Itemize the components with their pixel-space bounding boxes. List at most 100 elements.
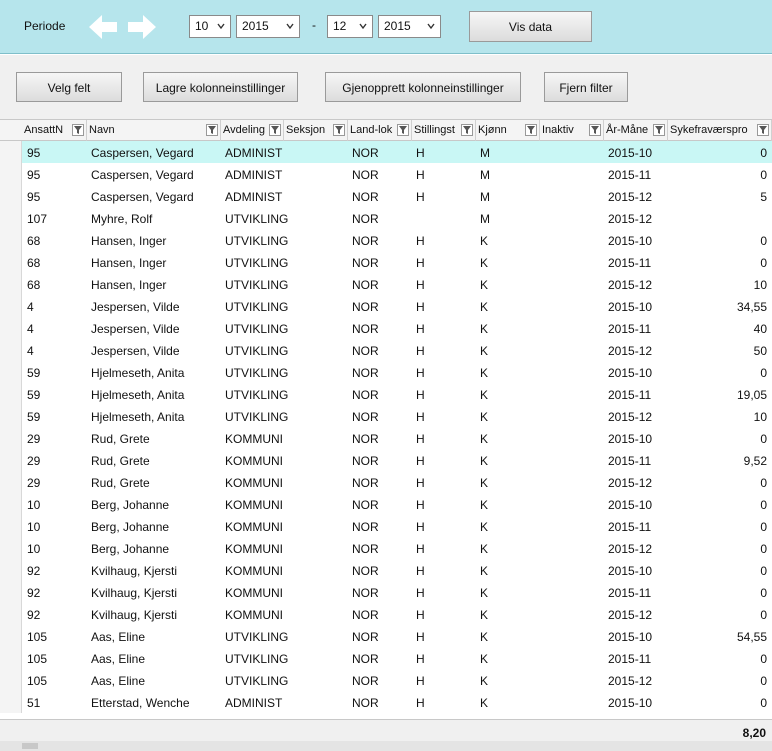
to-year-select[interactable]: 2015 (378, 15, 441, 38)
table-row[interactable]: 29 Rud, Grete KOMMUNI NOR H K 2015-10 0 (0, 427, 772, 449)
row-selector[interactable] (0, 603, 22, 625)
table-row[interactable]: 68 Hansen, Inger UTVIKLING NOR H K 2015-12 10 (0, 273, 772, 295)
cell-pos: H (416, 652, 425, 666)
filter-icon[interactable] (397, 124, 409, 136)
filter-icon[interactable] (72, 124, 84, 136)
filter-icon[interactable] (206, 124, 218, 136)
row-selector[interactable] (0, 581, 22, 603)
to-month-select[interactable]: 12 (327, 15, 373, 38)
filter-icon[interactable] (333, 124, 345, 136)
table-row[interactable]: 4 Jespersen, Vilde UTVIKLING NOR H K 2015-10 34… (0, 295, 772, 317)
table-row[interactable]: 105 Aas, Eline UTVIKLING NOR H K 2015-10 54,55 (0, 625, 772, 647)
column-header-ar-maned[interactable]: År-Måne (604, 120, 668, 141)
row-selector[interactable] (0, 295, 22, 317)
row-selector[interactable] (0, 493, 22, 515)
row-selector[interactable] (0, 559, 22, 581)
table-row[interactable]: 68 Hansen, Inger UTVIKLING NOR H K 2015-11 0 (0, 251, 772, 273)
table-row[interactable]: 92 Kvilhaug, Kjersti KOMMUNI NOR H K 2015-11 0 (0, 581, 772, 603)
previous-period-button[interactable] (88, 14, 118, 40)
row-selector[interactable] (0, 669, 22, 691)
row-selector[interactable] (0, 515, 22, 537)
filter-icon[interactable] (525, 124, 537, 136)
cell-name: Hjelmeseth, Anita (91, 388, 185, 402)
row-selector[interactable] (0, 273, 22, 295)
row-selector[interactable] (0, 427, 22, 449)
cell-id: 95 (27, 190, 41, 204)
table-row[interactable]: 51 Etterstad, Wenche ADMINIST NOR H K 2015-10 0 (0, 691, 772, 713)
filter-icon[interactable] (653, 124, 665, 136)
row-selector[interactable] (0, 405, 22, 427)
table-row[interactable]: 59 Hjelmeseth, Anita UTVIKLING NOR H K 2015-11… (0, 383, 772, 405)
table-row[interactable]: 107 Myhre, Rolf UTVIKLING NOR M 2015-12 (0, 207, 772, 229)
remove-filter-button[interactable]: Fjern filter (544, 72, 628, 102)
column-header-sykefravaersprosent[interactable]: Sykefraværspro (668, 120, 772, 141)
table-row[interactable]: 92 Kvilhaug, Kjersti KOMMUNI NOR H K 2015-10 0 (0, 559, 772, 581)
row-selector[interactable] (0, 471, 22, 493)
row-selector[interactable] (0, 251, 22, 273)
table-row[interactable]: 29 Rud, Grete KOMMUNI NOR H K 2015-11 9,52 (0, 449, 772, 471)
select-fields-button[interactable]: Velg felt (16, 72, 122, 102)
table-row[interactable]: 105 Aas, Eline UTVIKLING NOR H K 2015-12 0 (0, 669, 772, 691)
cell-name: Jespersen, Vilde (91, 344, 180, 358)
cell-name: Caspersen, Vegard (91, 146, 194, 160)
from-year-select[interactable]: 2015 (236, 15, 300, 38)
column-header-ansattnr[interactable]: AnsattN (22, 120, 87, 141)
table-row[interactable]: 29 Rud, Grete KOMMUNI NOR H K 2015-12 0 (0, 471, 772, 493)
column-header-inaktiv[interactable]: Inaktiv (540, 120, 604, 141)
row-selector[interactable] (0, 647, 22, 669)
row-selector[interactable] (0, 449, 22, 471)
table-row[interactable]: 10 Berg, Johanne KOMMUNI NOR H K 2015-11 0 (0, 515, 772, 537)
cell-pos: H (416, 146, 425, 160)
cell-country: NOR (352, 256, 379, 270)
table-row[interactable]: 59 Hjelmeseth, Anita UTVIKLING NOR H K 2015-12… (0, 405, 772, 427)
column-header-stillingst[interactable]: Stillingst (412, 120, 476, 141)
row-selector[interactable] (0, 339, 22, 361)
table-row[interactable]: 4 Jespersen, Vilde UTVIKLING NOR H K 2015-11 40 (0, 317, 772, 339)
cell-id: 68 (27, 234, 41, 248)
column-header-avdeling[interactable]: Avdeling (221, 120, 284, 141)
cell-country: NOR (352, 366, 379, 380)
cell-period: 2015-10 (608, 234, 653, 248)
row-selector[interactable] (0, 691, 22, 713)
table-row[interactable]: 10 Berg, Johanne KOMMUNI NOR H K 2015-10 0 (0, 493, 772, 515)
save-columns-button[interactable]: Lagre kolonneinstillinger (143, 72, 298, 102)
from-year-value: 2015 (242, 19, 269, 33)
show-data-button[interactable]: Vis data (469, 11, 592, 42)
table-row[interactable]: 105 Aas, Eline UTVIKLING NOR H K 2015-11 0 (0, 647, 772, 669)
column-header-land-lok[interactable]: Land-lok (348, 120, 412, 141)
table-row[interactable]: 95 Caspersen, Vegard ADMINIST NOR H M 2015-11 0 (0, 163, 772, 185)
row-selector[interactable] (0, 207, 22, 229)
row-selector[interactable] (0, 141, 22, 163)
row-selector[interactable] (0, 625, 22, 647)
filter-icon[interactable] (589, 124, 601, 136)
row-selector[interactable] (0, 361, 22, 383)
cell-period: 2015-10 (608, 564, 653, 578)
row-selector[interactable] (0, 163, 22, 185)
chevron-down-icon (427, 23, 435, 30)
row-selector[interactable] (0, 383, 22, 405)
table-row[interactable]: 10 Berg, Johanne KOMMUNI NOR H K 2015-12 0 (0, 537, 772, 559)
table-row[interactable]: 4 Jespersen, Vilde UTVIKLING NOR H K 2015-12 50 (0, 339, 772, 361)
column-header-seksjon[interactable]: Seksjon (284, 120, 348, 141)
row-selector[interactable] (0, 229, 22, 251)
row-selector[interactable] (0, 317, 22, 339)
horizontal-scrollbar[interactable] (0, 741, 772, 751)
from-month-select[interactable]: 10 (189, 15, 231, 38)
column-header-kjonn[interactable]: Kjønn (476, 120, 540, 141)
filter-icon[interactable] (461, 124, 473, 136)
table-row[interactable]: 92 Kvilhaug, Kjersti KOMMUNI NOR H K 2015-12 0 (0, 603, 772, 625)
table-row[interactable]: 59 Hjelmeseth, Anita UTVIKLING NOR H K 2015-10… (0, 361, 772, 383)
table-row[interactable]: 95 Caspersen, Vegard ADMINIST NOR H M 2015-10 0 (0, 141, 772, 163)
cell-pct: 0 (760, 652, 767, 666)
next-period-button[interactable] (127, 14, 157, 40)
cell-name: Jespersen, Vilde (91, 300, 180, 314)
row-selector[interactable] (0, 537, 22, 559)
row-selector[interactable] (0, 185, 22, 207)
table-row[interactable]: 95 Caspersen, Vegard ADMINIST NOR H M 2015-12 5 (0, 185, 772, 207)
filter-icon[interactable] (269, 124, 281, 136)
restore-columns-button[interactable]: Gjenopprett kolonneinstillinger (325, 72, 521, 102)
table-row[interactable]: 68 Hansen, Inger UTVIKLING NOR H K 2015-10 0 (0, 229, 772, 251)
scrollbar-thumb[interactable] (22, 743, 38, 749)
filter-icon[interactable] (757, 124, 769, 136)
column-header-navn[interactable]: Navn (87, 120, 221, 141)
